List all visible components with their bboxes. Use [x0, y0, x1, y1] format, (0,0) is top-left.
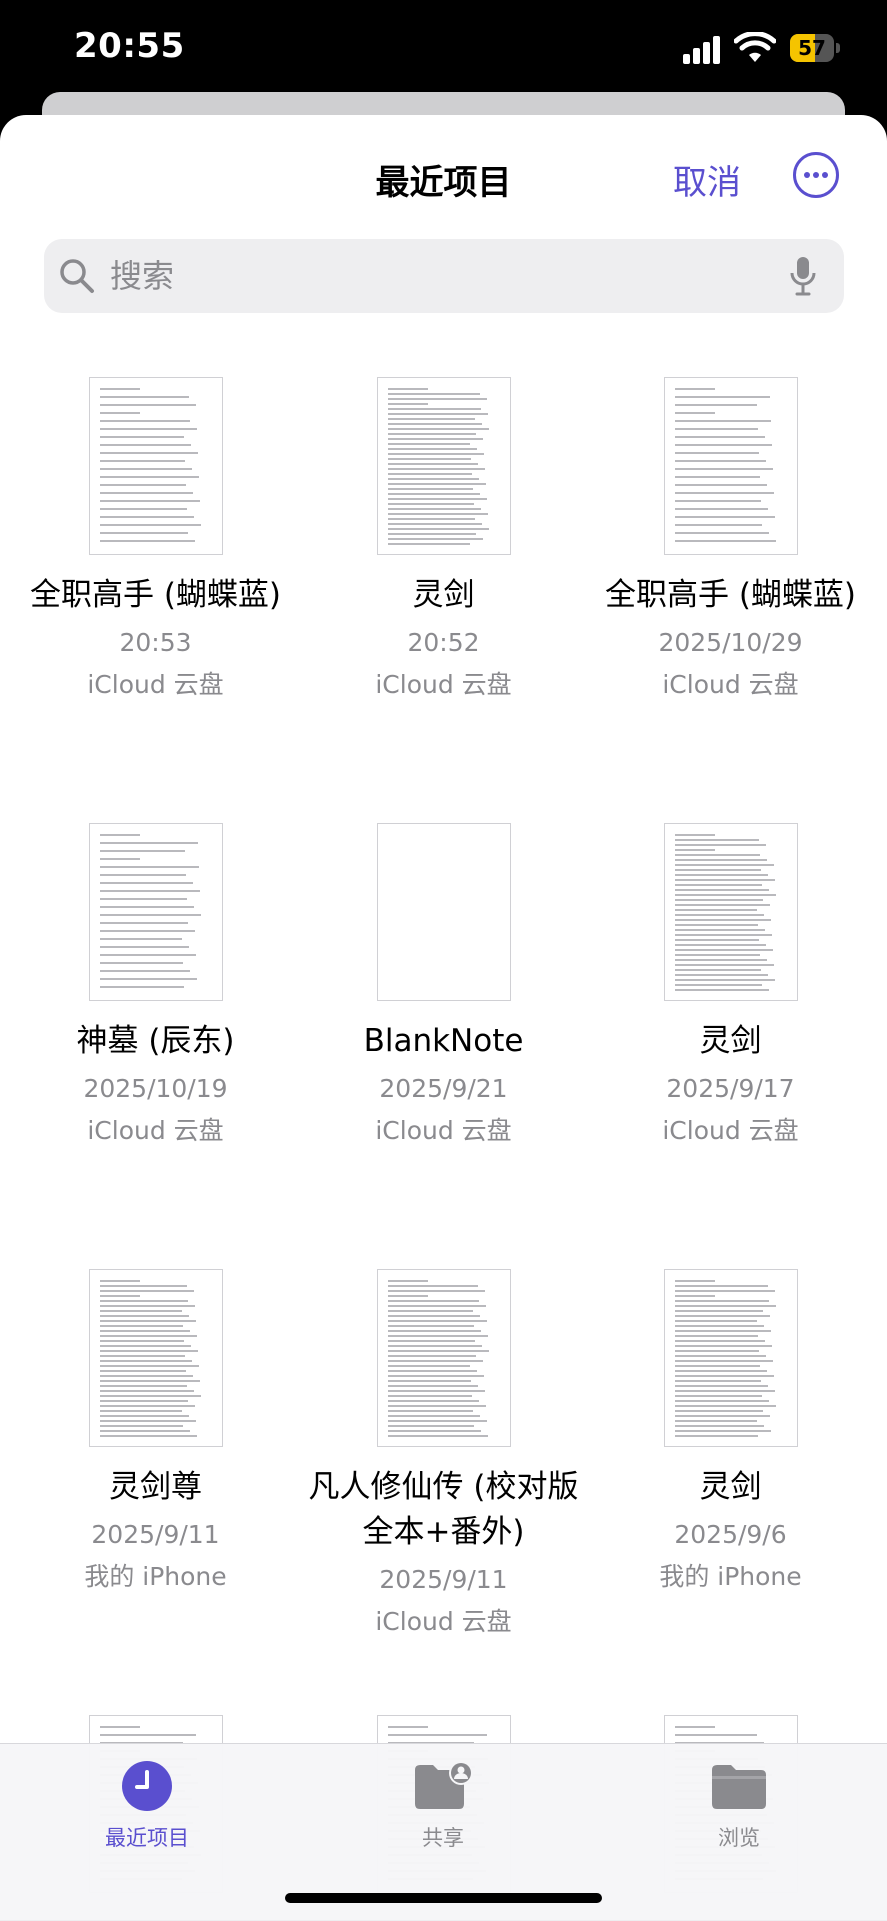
home-indicator	[285, 1893, 602, 1903]
cellular-signal-icon	[683, 36, 720, 64]
file-name: 神墓 (辰东)	[76, 1023, 235, 1059]
file-location: iCloud 云盘	[662, 1116, 799, 1145]
tab-shared[interactable]: 共享	[343, 1760, 543, 1852]
file-date: 20:53	[119, 628, 192, 657]
wifi-icon	[734, 32, 776, 62]
document-thumbnail	[88, 1269, 223, 1447]
file-item[interactable]: 灵剑 20:52 iCloud 云盘	[300, 377, 587, 706]
file-location: iCloud 云盘	[662, 670, 799, 699]
document-thumbnail	[663, 377, 798, 555]
file-item[interactable]: 灵剑尊 2025/9/11 我的 iPhone	[12, 1269, 299, 1598]
file-name: 灵剑	[412, 577, 475, 613]
shared-folder-icon	[415, 1761, 473, 1809]
file-item[interactable]: 全职高手 (蝴蝶蓝) 20:53 iCloud 云盘	[12, 377, 299, 706]
file-location: iCloud 云盘	[375, 670, 512, 699]
battery-percentage: 57	[798, 36, 826, 60]
file-date: 2025/9/6	[674, 1520, 787, 1549]
file-location: iCloud 云盘	[375, 1607, 512, 1636]
document-thumbnail	[88, 823, 223, 1001]
folder-icon	[712, 1765, 766, 1809]
tab-browse[interactable]: 浏览	[639, 1760, 839, 1852]
file-item[interactable]: 灵剑 2025/9/6 我的 iPhone	[587, 1269, 874, 1598]
file-date: 20:52	[407, 628, 480, 657]
status-time: 20:55	[74, 26, 185, 66]
tab-label: 共享	[422, 1826, 464, 1850]
tab-label: 最近项目	[105, 1826, 189, 1850]
file-item[interactable]: BlankNote 2025/9/21 iCloud 云盘	[300, 823, 587, 1152]
file-name: 灵剑	[699, 1469, 762, 1505]
file-name: 灵剑尊	[109, 1469, 202, 1505]
file-location: iCloud 云盘	[87, 670, 224, 699]
file-date: 2025/10/19	[83, 1074, 228, 1103]
file-grid: 全职高手 (蝴蝶蓝) 20:53 iCloud 云盘 灵剑 20:52 iCloud 云盘…	[0, 115, 887, 1920]
tab-recents[interactable]: 最近项目	[47, 1760, 247, 1852]
recents-sheet: 最近项目 取消 全职高手 (蝴蝶蓝)20:53iCloud 云盘灵剑20:52i…	[0, 115, 887, 1920]
status-bar: 20:55 57	[0, 0, 887, 100]
document-thumbnail	[376, 1269, 511, 1447]
document-thumbnail	[88, 377, 223, 555]
file-name: 灵剑	[699, 1023, 762, 1059]
battery-indicator: 57	[790, 34, 842, 62]
file-location: 我的 iPhone	[659, 1562, 802, 1591]
file-item[interactable]: 灵剑 2025/9/17 iCloud 云盘	[587, 823, 874, 1152]
file-date: 2025/9/11	[379, 1565, 508, 1594]
file-name: BlankNote	[363, 1023, 524, 1059]
file-item[interactable]: 凡人修仙传 (校对版全本+番外) 2025/9/11 iCloud 云盘	[300, 1269, 587, 1643]
file-date: 2025/9/21	[379, 1074, 508, 1103]
document-thumbnail	[376, 823, 511, 1001]
file-location: 我的 iPhone	[84, 1562, 227, 1591]
document-thumbnail	[376, 377, 511, 555]
file-item[interactable]: 全职高手 (蝴蝶蓝) 2025/10/29 iCloud 云盘	[587, 377, 874, 706]
document-thumbnail	[663, 1269, 798, 1447]
file-name: 全职高手 (蝴蝶蓝)	[29, 577, 282, 613]
tab-label: 浏览	[718, 1826, 760, 1850]
file-item[interactable]: 神墓 (辰东) 2025/10/19 iCloud 云盘	[12, 823, 299, 1152]
file-location: iCloud 云盘	[375, 1116, 512, 1145]
document-thumbnail	[663, 823, 798, 1001]
clock-icon	[122, 1761, 172, 1811]
file-name: 凡人修仙传 (校对版全本+番外)	[308, 1469, 579, 1550]
file-date: 2025/10/29	[658, 628, 803, 657]
file-name: 全职高手 (蝴蝶蓝)	[604, 577, 857, 613]
file-date: 2025/9/17	[666, 1074, 795, 1103]
file-date: 2025/9/11	[91, 1520, 220, 1549]
file-location: iCloud 云盘	[87, 1116, 224, 1145]
